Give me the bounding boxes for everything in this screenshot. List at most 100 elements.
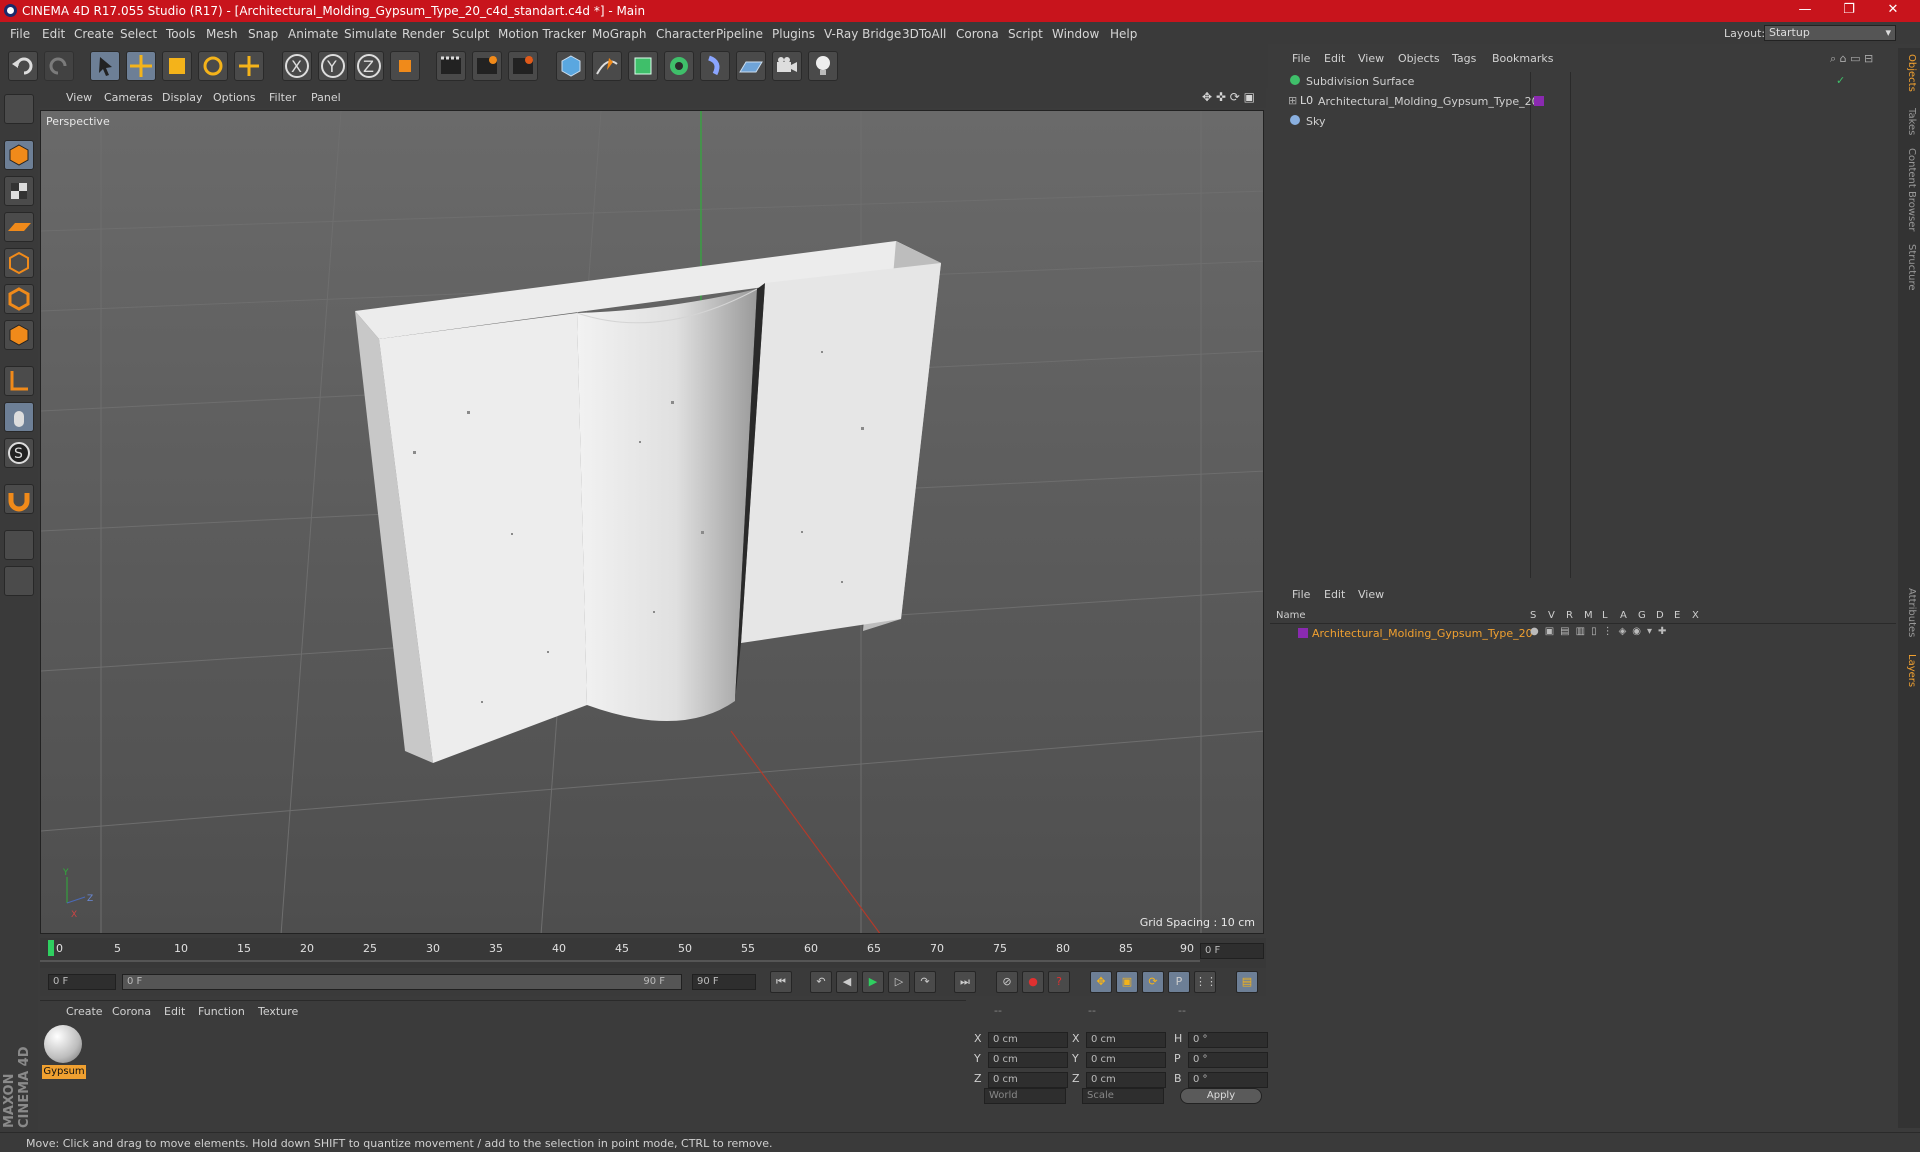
range-slider[interactable]: 0 F 90 F xyxy=(122,974,682,990)
play-button[interactable]: ▶ xyxy=(862,971,884,993)
coord-space-dropdown[interactable]: World xyxy=(984,1088,1066,1104)
key-pla-button[interactable]: ⋮⋮ xyxy=(1194,971,1217,993)
obj-menu-file[interactable]: File xyxy=(1292,52,1310,65)
menu-mesh[interactable]: Mesh xyxy=(206,27,238,41)
layer-name[interactable]: Architectural_Molding_Gypsum_Type_20 xyxy=(1312,627,1533,640)
x-axis-button[interactable]: X xyxy=(282,51,312,81)
menu-mograph[interactable]: MoGraph xyxy=(592,27,647,41)
position-z-field[interactable]: 0 cm xyxy=(988,1072,1068,1088)
go-to-start-button[interactable]: ⏮ xyxy=(770,971,792,993)
viewport-menu-cameras[interactable]: Cameras xyxy=(104,91,153,104)
magnet-tool-button[interactable] xyxy=(4,484,34,514)
obj-menu-view[interactable]: View xyxy=(1358,52,1384,65)
obj-menu-bookmarks[interactable]: Bookmarks xyxy=(1492,52,1553,65)
deformer-button[interactable] xyxy=(700,51,730,81)
texture-mode-button[interactable] xyxy=(4,176,34,206)
planar-workplane-button[interactable] xyxy=(4,566,34,596)
undo-button[interactable] xyxy=(8,51,38,81)
camera-object-button[interactable] xyxy=(772,51,802,81)
points-mode-button[interactable] xyxy=(4,248,34,278)
viewport-menu-view[interactable]: View xyxy=(66,91,92,104)
transform-tool-button[interactable] xyxy=(234,51,264,81)
tab-content-browser[interactable]: Content Browser xyxy=(1901,148,1917,231)
menu-pipeline[interactable]: Pipeline xyxy=(716,27,763,41)
array-object-button[interactable] xyxy=(664,51,694,81)
tweak-mode-button[interactable] xyxy=(4,402,34,432)
menu-simulate[interactable]: Simulate xyxy=(344,27,397,41)
z-axis-button[interactable]: Z xyxy=(354,51,384,81)
start-frame-field[interactable]: 0 F xyxy=(48,974,116,990)
menu-animate[interactable]: Animate xyxy=(288,27,338,41)
move-tool-button[interactable] xyxy=(126,51,156,81)
edges-mode-button[interactable] xyxy=(4,284,34,314)
current-frame-field[interactable]: 0 F xyxy=(1200,943,1264,959)
viewport-menu-panel[interactable]: Panel xyxy=(311,91,341,104)
expand-icon[interactable]: ⊞ xyxy=(1288,94,1297,107)
key-parameter-button[interactable]: P xyxy=(1168,971,1190,993)
menu-character[interactable]: Character xyxy=(656,27,715,41)
object-row-sky[interactable]: Sky xyxy=(1276,114,1886,132)
key-position-button[interactable]: ✥ xyxy=(1090,971,1112,993)
next-key-button[interactable]: ↷ xyxy=(914,971,936,993)
3d-viewport[interactable]: Y Z X Perspective Grid Spacing : 10 cm xyxy=(40,110,1264,934)
menu-snap[interactable]: Snap xyxy=(248,27,278,41)
record-button[interactable]: ● xyxy=(1022,971,1044,993)
tab-takes[interactable]: Takes xyxy=(1901,108,1917,135)
enabled-check-icon[interactable]: ✓ xyxy=(1836,74,1845,87)
keyframe-selection-icon[interactable]: ⊘ xyxy=(996,971,1018,993)
menu-vray-bridge[interactable]: V-Ray Bridge xyxy=(824,27,901,41)
locked-workplane-button[interactable] xyxy=(4,530,34,560)
layer-menu-view[interactable]: View xyxy=(1358,588,1384,601)
previous-frame-button[interactable]: ◀ xyxy=(836,971,858,993)
light-object-button[interactable] xyxy=(808,51,838,81)
material-swatch-gypsum[interactable]: Gypsum xyxy=(42,1025,86,1081)
rotate-tool-button[interactable] xyxy=(198,51,228,81)
rotation-h-field[interactable]: 0 ° xyxy=(1188,1032,1268,1048)
mat-menu-corona[interactable]: Corona xyxy=(112,1005,151,1018)
mat-menu-texture[interactable]: Texture xyxy=(258,1005,298,1018)
rotation-p-field[interactable]: 0 ° xyxy=(1188,1052,1268,1068)
make-editable-button[interactable] xyxy=(4,94,34,124)
size-y-field[interactable]: 0 cm xyxy=(1086,1052,1166,1068)
menu-corona[interactable]: Corona xyxy=(956,27,999,41)
tab-layers[interactable]: Layers xyxy=(1901,654,1917,687)
scale-tool-button[interactable] xyxy=(162,51,192,81)
menu-tools[interactable]: Tools xyxy=(166,27,196,41)
timeline-ruler[interactable]: 0 5 10 15 20 25 30 35 40 45 50 55 60 65 … xyxy=(40,938,1266,968)
maximize-button[interactable]: ❐ xyxy=(1834,2,1864,20)
menu-plugins[interactable]: Plugins xyxy=(772,27,815,41)
coord-scale-dropdown[interactable]: Scale xyxy=(1082,1088,1164,1104)
mat-menu-function[interactable]: Function xyxy=(198,1005,245,1018)
menu-file[interactable]: File xyxy=(10,27,30,41)
next-frame-button[interactable]: ▷ xyxy=(888,971,910,993)
coordinate-system-button[interactable] xyxy=(390,51,420,81)
size-z-field[interactable]: 0 cm xyxy=(1086,1072,1166,1088)
apply-button[interactable]: Apply xyxy=(1180,1088,1262,1104)
search-icon[interactable]: ⌕ ⌂ ▭ ⊟ xyxy=(1830,52,1873,66)
menu-script[interactable]: Script xyxy=(1008,27,1043,41)
rotation-b-field[interactable]: 0 ° xyxy=(1188,1072,1268,1088)
obj-menu-objects[interactable]: Objects xyxy=(1398,52,1440,65)
snap-button[interactable]: S xyxy=(4,438,34,468)
layer-menu-file[interactable]: File xyxy=(1292,588,1310,601)
playhead[interactable] xyxy=(48,940,54,956)
layer-menu-edit[interactable]: Edit xyxy=(1324,588,1345,601)
cube-object-button[interactable] xyxy=(556,51,586,81)
object-row-subdivision[interactable]: Subdivision Surface ✓ xyxy=(1276,74,1886,92)
menu-motion-tracker[interactable]: Motion Tracker xyxy=(498,27,586,41)
subdivision-surface-button[interactable] xyxy=(628,51,658,81)
menu-render[interactable]: Render xyxy=(402,27,445,41)
menu-create[interactable]: Create xyxy=(74,27,114,41)
menu-help[interactable]: Help xyxy=(1110,27,1137,41)
size-x-field[interactable]: 0 cm xyxy=(1086,1032,1166,1048)
obj-menu-tags[interactable]: Tags xyxy=(1452,52,1476,65)
menu-3dtoall[interactable]: 3DToAll xyxy=(902,27,946,41)
menu-edit[interactable]: Edit xyxy=(42,27,65,41)
menu-sculpt[interactable]: Sculpt xyxy=(452,27,489,41)
render-settings-button[interactable] xyxy=(508,51,538,81)
key-rotation-button[interactable]: ⟳ xyxy=(1142,971,1164,993)
layer-color-swatch[interactable] xyxy=(1298,628,1308,638)
workplane-mode-button[interactable] xyxy=(4,212,34,242)
previous-key-button[interactable]: ↶ xyxy=(810,971,832,993)
viewport-menu-display[interactable]: Display xyxy=(162,91,203,104)
